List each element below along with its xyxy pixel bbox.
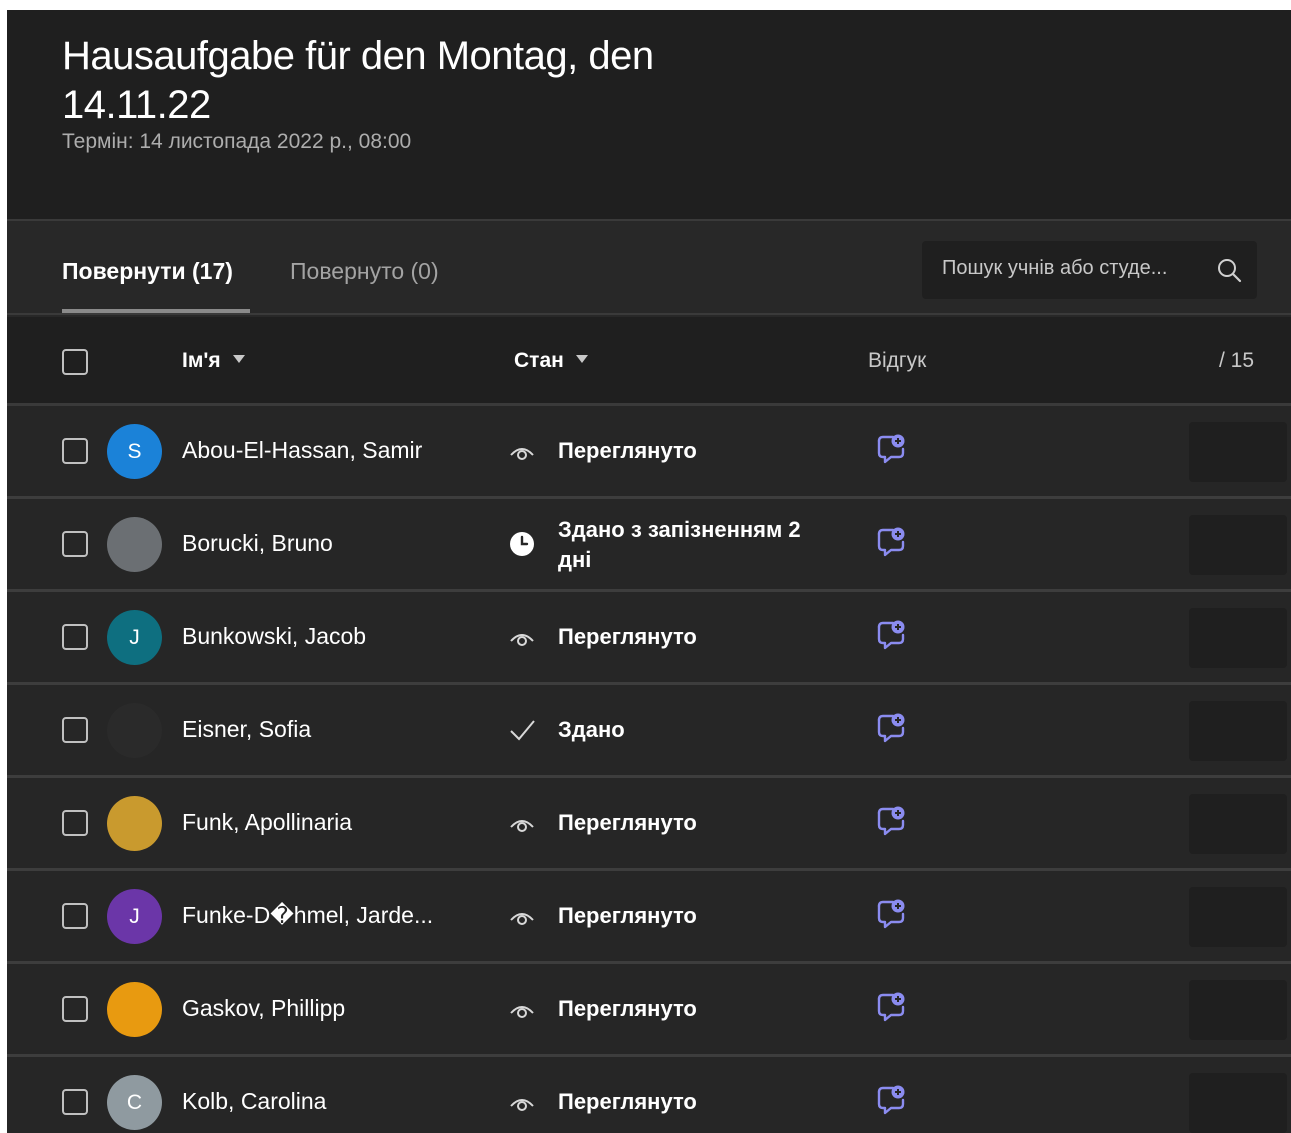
clock-icon: [507, 529, 537, 559]
student-row[interactable]: Borucki, Bruno Здано з запізненням 2 дні: [7, 499, 1291, 592]
status-label: Переглянуто: [558, 996, 697, 1021]
student-name[interactable]: Abou-El-Hassan, Samir: [182, 437, 422, 464]
avatar-initial: S: [127, 439, 142, 463]
student-row[interactable]: C Kolb, Carolina Переглянуто: [7, 1057, 1291, 1133]
active-tab-indicator: [62, 309, 250, 313]
avatar-initial: J: [129, 625, 140, 649]
eye-icon: [507, 622, 537, 652]
column-name-label: Ім'я: [182, 349, 221, 372]
row-checkbox[interactable]: [62, 1089, 88, 1115]
row-checkbox[interactable]: [62, 438, 88, 464]
add-feedback-icon[interactable]: [873, 431, 909, 467]
student-name[interactable]: Bunkowski, Jacob: [182, 623, 366, 650]
column-status-header[interactable]: Стан: [514, 349, 588, 373]
status-label: Переглянуто: [558, 903, 697, 928]
points-input[interactable]: [1189, 887, 1287, 947]
status-label: Здано з запізненням 2 дні: [558, 517, 801, 572]
checkmark-icon: [507, 715, 537, 745]
points-input[interactable]: [1189, 515, 1287, 575]
sort-caret-icon: [575, 355, 588, 363]
select-all-checkbox[interactable]: [62, 349, 88, 375]
row-checkbox[interactable]: [62, 624, 88, 650]
student-name[interactable]: Gaskov, Phillipp: [182, 995, 345, 1022]
tab-returned[interactable]: Повернуто (0): [290, 257, 439, 285]
status-label: Переглянуто: [558, 810, 697, 835]
eye-icon: [507, 901, 537, 931]
eye-icon: [507, 1087, 537, 1117]
points-input[interactable]: [1189, 1073, 1287, 1133]
student-name[interactable]: Eisner, Sofia: [182, 716, 311, 743]
student-row[interactable]: J Funke-D�hmel, Jarde... Переглянуто: [7, 871, 1291, 964]
row-checkbox[interactable]: [62, 903, 88, 929]
status-label: Переглянуто: [558, 1089, 697, 1114]
assignment-title: Hausaufgabe für den Montag, den 14.11.22: [62, 34, 654, 127]
points-input[interactable]: [1189, 422, 1287, 482]
eye-icon: [507, 808, 537, 838]
student-row[interactable]: Eisner, Sofia Здано: [7, 685, 1291, 778]
column-status-label: Стан: [514, 349, 564, 372]
student-list: S Abou-El-Hassan, Samir Переглянуто Borucki…: [7, 406, 1291, 1133]
add-feedback-icon[interactable]: [873, 803, 909, 839]
add-feedback-icon[interactable]: [873, 896, 909, 932]
points-input[interactable]: [1189, 980, 1287, 1040]
column-feedback-header: Відгук: [868, 349, 927, 372]
avatar: [107, 517, 162, 572]
student-name[interactable]: Borucki, Bruno: [182, 530, 333, 557]
table-header: Ім'я Стан Відгук / 15: [7, 317, 1291, 406]
due-date: Термін: 14 листопада 2022 р., 08:00: [62, 130, 412, 153]
status-label: Переглянуто: [558, 438, 697, 463]
points-input[interactable]: [1189, 608, 1287, 668]
eye-icon: [507, 436, 537, 466]
add-feedback-icon[interactable]: [873, 617, 909, 653]
avatar: J: [107, 889, 162, 944]
avatar: [107, 982, 162, 1037]
assignment-panel: Hausaufgabe für den Montag, den 14.11.22…: [7, 10, 1291, 1133]
row-checkbox[interactable]: [62, 717, 88, 743]
student-row[interactable]: S Abou-El-Hassan, Samir Переглянуто: [7, 406, 1291, 499]
eye-icon: [507, 994, 537, 1024]
status-label: Переглянуто: [558, 624, 697, 649]
avatar-initial: J: [129, 904, 140, 928]
search-input[interactable]: Пошук учнів або студе...: [942, 257, 1167, 280]
status-label: Здано: [558, 717, 625, 742]
row-checkbox[interactable]: [62, 810, 88, 836]
add-feedback-icon[interactable]: [873, 710, 909, 746]
student-name[interactable]: Funk, Apollinaria: [182, 809, 352, 836]
avatar-initial: C: [126, 1090, 143, 1114]
student-name[interactable]: Kolb, Carolina: [182, 1088, 326, 1115]
column-name-header[interactable]: Ім'я: [182, 349, 245, 373]
student-row[interactable]: Funk, Apollinaria Переглянуто: [7, 778, 1291, 871]
sort-caret-icon: [232, 355, 245, 363]
points-input[interactable]: [1189, 701, 1287, 761]
points-input[interactable]: [1189, 794, 1287, 854]
student-row[interactable]: J Bunkowski, Jacob Переглянуто: [7, 592, 1291, 685]
column-points-header: / 15: [1219, 349, 1255, 372]
avatar: [107, 796, 162, 851]
tab-to-return[interactable]: Повернути (17): [62, 257, 233, 285]
avatar: S: [107, 424, 162, 479]
tab-bar: Повернути (17) Повернуто (0) Пошук учнів…: [7, 223, 1291, 315]
add-feedback-icon[interactable]: [873, 1082, 909, 1118]
row-checkbox[interactable]: [62, 996, 88, 1022]
add-feedback-icon[interactable]: [873, 524, 909, 560]
avatar: J: [107, 610, 162, 665]
student-row[interactable]: Gaskov, Phillipp Переглянуто: [7, 964, 1291, 1057]
avatar: [107, 703, 162, 758]
search-icon[interactable]: [1215, 256, 1243, 284]
student-search[interactable]: Пошук учнів або студе...: [922, 241, 1257, 299]
add-feedback-icon[interactable]: [873, 989, 909, 1025]
student-name[interactable]: Funke-D�hmel, Jarde...: [182, 902, 433, 929]
row-checkbox[interactable]: [62, 531, 88, 557]
assignment-header: Hausaufgabe für den Montag, den 14.11.22…: [7, 10, 1291, 221]
avatar: C: [107, 1075, 162, 1130]
